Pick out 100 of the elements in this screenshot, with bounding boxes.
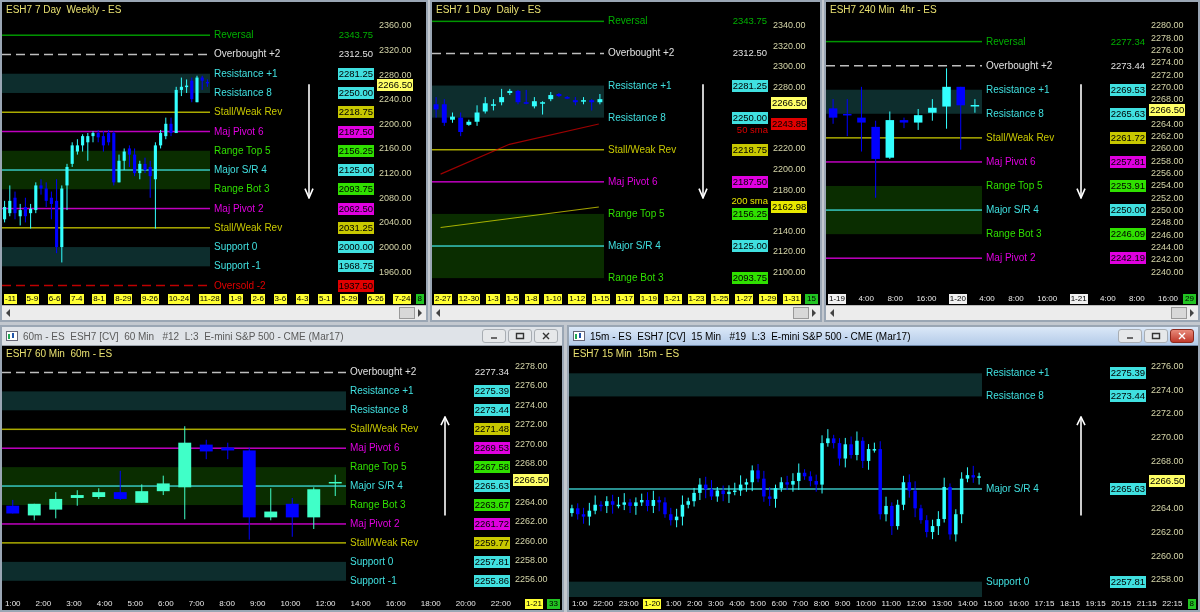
price-tick: 2250.00 xyxy=(1151,205,1184,215)
axis-time-label: 10:00 xyxy=(279,598,302,609)
price-tick: 2274.00 xyxy=(1151,385,1184,395)
axis-time-label: 4:00 xyxy=(1099,293,1117,304)
axis-time-label: 7:00 xyxy=(791,598,810,609)
level-value: 2273.44 xyxy=(473,404,510,416)
axis-date-label: 1-20 xyxy=(948,293,967,304)
axis-date-label: 1-27 xyxy=(735,293,754,304)
level-label: Overbought +2 xyxy=(214,48,281,60)
level-label: Major S/R 4 xyxy=(350,480,403,492)
level-value: 2250.00 xyxy=(337,87,374,99)
price-tick: 2258.00 xyxy=(1151,574,1184,584)
price-tick: 2272.00 xyxy=(1151,70,1184,80)
level-label: Maj Pivot 6 xyxy=(608,176,658,188)
axis-date-label: 3-6 xyxy=(273,293,288,304)
axis-date-label: 8-29 xyxy=(114,293,133,304)
chart-title: ESH7 60 Min 60m - ES xyxy=(6,348,113,359)
axis-date-label: 7-4 xyxy=(69,293,84,304)
level-label: Resistance 8 xyxy=(214,87,272,99)
level-label: Resistance 8 xyxy=(986,108,1044,120)
price-tick: 2268.00 xyxy=(1151,456,1184,466)
moving-average-value: 2243.85 xyxy=(771,118,808,130)
axis-date-label: 1-19 xyxy=(828,293,846,304)
price-tick: 2268.00 xyxy=(515,458,548,468)
axis-time-label: 8:00 xyxy=(218,598,236,609)
price-tick: 2340.00 xyxy=(773,20,806,30)
level-value: 2253.91 xyxy=(1109,180,1146,192)
axis-time-label: 5:00 xyxy=(126,598,144,609)
axis-time-label: 6:00 xyxy=(157,598,175,609)
level-label: Resistance +1 xyxy=(350,385,414,397)
axis-date-label: 1-25 xyxy=(711,293,730,304)
price-tick: 2120.00 xyxy=(773,246,806,256)
level-label: Maj Pivot 6 xyxy=(350,442,400,454)
level-label: Range Top 5 xyxy=(608,208,665,220)
axis-time-label: 10:00 xyxy=(854,598,877,609)
axis-time-label: 14:00 xyxy=(349,598,372,609)
last-price-badge: 2266.50 xyxy=(771,97,808,109)
bar-count-badge: 33 xyxy=(547,598,560,609)
price-tick: 2100.00 xyxy=(773,267,806,277)
level-label: Overbought +2 xyxy=(986,60,1053,72)
axis-time-label: 18:00 xyxy=(419,598,442,609)
level-label: Resistance +1 xyxy=(608,80,672,92)
axis-time-label: 2:00 xyxy=(34,598,53,609)
axis-date-label: -11 xyxy=(4,293,17,304)
axis-date-label: 6-26 xyxy=(366,293,385,304)
level-label: Reversal xyxy=(608,15,648,27)
axis-time-label: 13:00 xyxy=(931,598,954,609)
level-value: 2269.53 xyxy=(1109,84,1146,96)
axis-time-label: 8:00 xyxy=(812,598,831,609)
level-value: 2265.63 xyxy=(1109,108,1146,120)
price-tick: 2262.00 xyxy=(515,516,548,526)
axis-time-label: 16:00 xyxy=(915,293,938,304)
axis-time-label: 20:00 xyxy=(454,598,477,609)
axis-time-label: 16:00 xyxy=(1036,293,1059,304)
axis-time-label: 4:00 xyxy=(95,598,114,609)
axis-time-label: 1:00 xyxy=(664,598,683,609)
level-label: Maj Pivot 2 xyxy=(350,518,400,530)
level-label: Stall/Weak Rev xyxy=(350,423,419,435)
axis-date-label: 1-19 xyxy=(639,293,658,304)
price-tick: 2080.00 xyxy=(379,193,412,203)
level-value: 2156.25 xyxy=(731,208,768,220)
chart-title: ESH7 1 Day Daily - ES xyxy=(436,4,542,15)
axis-time-label: 14:00 xyxy=(956,598,979,609)
level-value: 2265.63 xyxy=(473,480,510,492)
price-tick: 2274.00 xyxy=(1151,57,1184,67)
level-label: Range Top 5 xyxy=(350,461,407,473)
level-value: 2312.50 xyxy=(731,47,768,59)
level-label: Major S/R 4 xyxy=(986,204,1039,216)
last-price-badge: 2266.50 xyxy=(377,79,414,91)
moving-average-label: 50 sma xyxy=(736,124,768,136)
level-label: Maj Pivot 6 xyxy=(214,126,264,138)
level-label: Overbought +2 xyxy=(608,47,675,59)
level-label: Support 0 xyxy=(214,241,258,253)
axis-time-label: 11:00 xyxy=(880,598,902,609)
level-value: 2281.25 xyxy=(337,68,374,80)
level-value: 2187.50 xyxy=(731,176,768,188)
level-label: Resistance 8 xyxy=(350,404,408,416)
axis-time-label: 19:15 xyxy=(1084,598,1107,609)
price-tick: 2276.00 xyxy=(1151,361,1184,371)
price-tick: 2270.00 xyxy=(1151,82,1184,92)
level-value: 2093.75 xyxy=(731,272,768,284)
price-tick: 2274.00 xyxy=(515,400,548,410)
price-tick: 2278.00 xyxy=(515,361,548,371)
level-value: 2273.44 xyxy=(1109,60,1146,72)
axis-time-label: 15:00 xyxy=(982,598,1005,609)
level-value: 2343.75 xyxy=(731,15,768,27)
price-tick: 2254.00 xyxy=(1151,180,1184,190)
window-title: 15m - ES ESH7 [CV] 15 Min #19 L:3 E-mini S&P 500 - CME (Mar17) xyxy=(590,330,912,342)
price-tick: 2270.00 xyxy=(1151,432,1184,442)
axis-date-label: 7-24 xyxy=(393,293,412,304)
axis-time-label: 22:00 xyxy=(592,598,615,609)
level-label: Reversal xyxy=(214,29,254,41)
level-label: Support -1 xyxy=(214,260,261,272)
level-value: 2265.63 xyxy=(1109,483,1146,495)
level-label: Stall/Weak Rev xyxy=(986,132,1055,144)
axis-time-label: 21:15 xyxy=(1135,598,1158,609)
level-label: Major S/R 4 xyxy=(608,240,661,252)
axis-date-label: 1-21 xyxy=(1069,293,1088,304)
level-value: 2261.72 xyxy=(473,518,510,530)
axis-time-label: 9:00 xyxy=(248,598,267,609)
